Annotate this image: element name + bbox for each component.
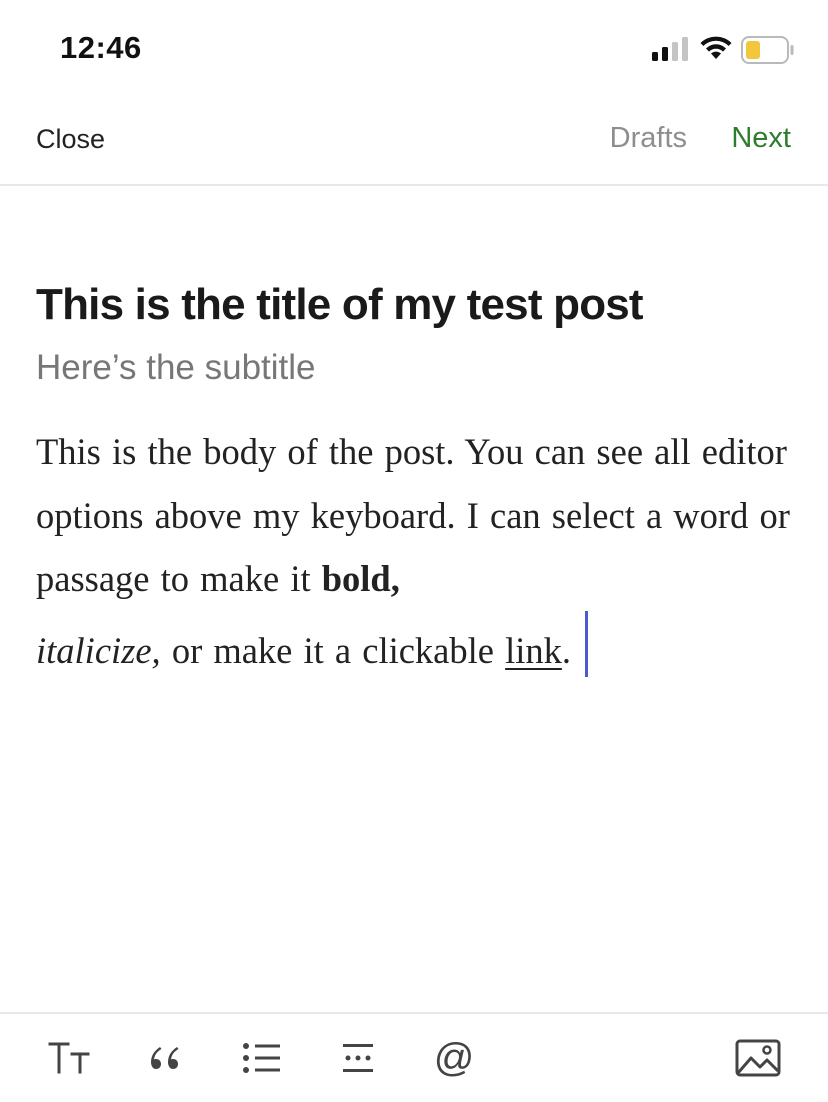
close-button[interactable]: Close <box>36 124 105 155</box>
wifi-icon <box>700 36 732 59</box>
drafts-button[interactable]: Drafts <box>610 122 687 155</box>
post-editor[interactable]: This is the title of my test post Here’s… <box>36 270 796 682</box>
body-link[interactable]: link <box>505 630 562 671</box>
mention-button[interactable]: @ <box>430 1034 478 1082</box>
bulleted-list-button[interactable] <box>238 1034 286 1082</box>
post-body[interactable]: This is the body of the post. You can se… <box>36 420 796 682</box>
next-button[interactable]: Next <box>731 122 791 155</box>
status-icons <box>652 34 794 64</box>
editor-nav-bar: Close Drafts Next <box>0 100 828 186</box>
body-text: This is the body of the post. You can se… <box>36 431 790 599</box>
separator-icon <box>339 1041 377 1075</box>
formatting-toolbar: @ <box>0 1012 828 1102</box>
text-size-button[interactable] <box>46 1034 94 1082</box>
status-bar: 12:46 <box>0 0 828 100</box>
insert-image-button[interactable] <box>734 1034 782 1082</box>
text-size-icon <box>48 1040 92 1076</box>
battery-low-icon <box>741 36 794 64</box>
bold-text: bold, <box>321 558 400 599</box>
quote-icon <box>148 1043 182 1073</box>
mention-icon: @ <box>433 1036 475 1080</box>
bulleted-list-icon <box>242 1041 282 1075</box>
post-subtitle[interactable]: Here’s the subtitle <box>36 346 796 390</box>
body-text: . <box>561 629 572 671</box>
status-time: 12:46 <box>60 30 142 65</box>
cellular-signal-icon <box>652 37 688 61</box>
image-icon <box>735 1039 781 1077</box>
post-title[interactable]: This is the title of my test post <box>36 270 796 340</box>
body-text: or make it a clickable <box>160 629 506 671</box>
italic-text: italicize, <box>36 629 161 671</box>
text-cursor <box>585 610 589 677</box>
separator-button[interactable] <box>334 1034 382 1082</box>
quote-button[interactable] <box>141 1034 189 1082</box>
